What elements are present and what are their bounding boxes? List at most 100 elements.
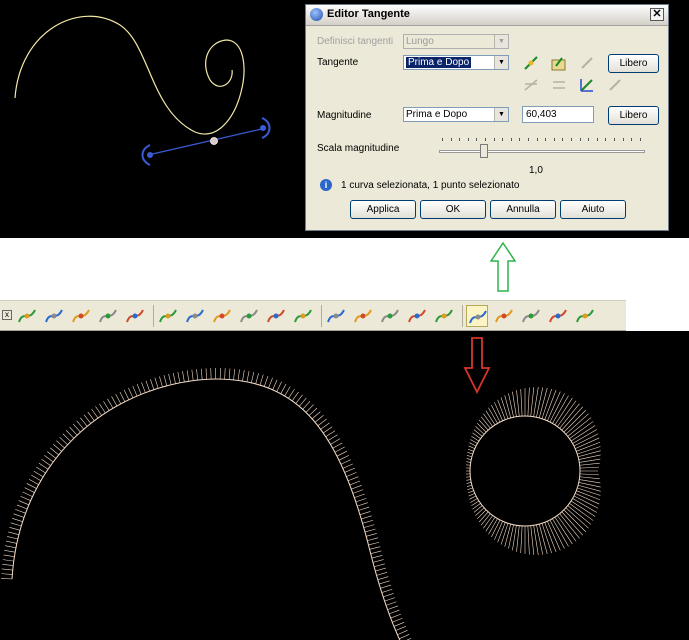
comb-tooth xyxy=(242,370,245,382)
comb-tooth xyxy=(367,537,379,541)
shapes-icon[interactable] xyxy=(292,305,314,327)
wave-surface-icon[interactable] xyxy=(184,305,206,327)
curve-analysis-icon[interactable] xyxy=(520,305,542,327)
comb-tooth xyxy=(399,634,410,640)
magnitude-select[interactable]: Prima e Dopo ▼ xyxy=(403,107,509,122)
curve-edit-2-icon[interactable] xyxy=(352,305,374,327)
tangent-7-icon[interactable] xyxy=(493,305,515,327)
spiral-tooth xyxy=(569,421,594,439)
comb-tooth xyxy=(364,528,376,533)
curve-edit-4-icon[interactable] xyxy=(406,305,428,327)
curve-degree-icon[interactable] xyxy=(433,305,455,327)
bend-surface-icon[interactable] xyxy=(211,305,233,327)
comb-tooth xyxy=(87,411,95,421)
tangent-editor-dialog: Editor Tangente ✕ Definisci tangenti Lun… xyxy=(305,4,669,231)
slider-tick xyxy=(588,138,590,141)
comb-tooth xyxy=(12,518,23,522)
numbered-grid-icon[interactable] xyxy=(238,305,260,327)
comb-tooth xyxy=(16,504,28,510)
toolbar-separator xyxy=(153,305,154,327)
comb-tooth xyxy=(28,478,39,485)
tangent-align-icon xyxy=(522,76,540,94)
slider-tick xyxy=(545,138,547,141)
comb-tooth xyxy=(378,580,390,585)
comb-tooth xyxy=(141,382,146,393)
curve-tool-4-icon[interactable] xyxy=(124,305,146,327)
cancel-button[interactable]: Annulla xyxy=(490,200,556,219)
spiral-tooth xyxy=(467,452,473,455)
spiral-tooth xyxy=(494,521,503,540)
dialog-titlebar[interactable]: Editor Tangente ✕ xyxy=(306,5,668,26)
curve-tool-2-icon[interactable] xyxy=(70,305,92,327)
comb-tooth xyxy=(33,470,44,478)
slider-thumb[interactable] xyxy=(480,144,489,158)
tangent-plane-icon[interactable] xyxy=(550,54,568,72)
slider-tick xyxy=(450,138,452,141)
comb-tooth xyxy=(233,368,236,380)
free-button-1[interactable]: Libero xyxy=(608,54,659,73)
comb-tooth xyxy=(291,391,299,402)
select-arrow-icon[interactable] xyxy=(16,305,38,327)
comb-tooth xyxy=(325,430,336,437)
comb-tooth xyxy=(196,369,198,381)
slider-tick xyxy=(639,138,641,141)
curve-edit-1-icon[interactable] xyxy=(325,305,347,327)
slider-tick xyxy=(519,138,521,141)
spiral-tooth xyxy=(569,503,594,521)
comb-tooth xyxy=(347,476,359,482)
comb-tooth xyxy=(284,386,291,397)
curve-tool-3-icon[interactable] xyxy=(97,305,119,327)
comb-tooth xyxy=(370,550,382,554)
spiral-tooth xyxy=(565,413,589,435)
surface-tool-icon[interactable] xyxy=(157,305,179,327)
help-button[interactable]: Aiuto xyxy=(560,200,626,219)
viewport-bottom[interactable] xyxy=(0,331,689,640)
comb-tooth xyxy=(280,383,287,394)
slider-tick xyxy=(467,138,469,141)
tangent-editor-icon[interactable] xyxy=(466,305,488,327)
arch-curve-icon[interactable] xyxy=(574,305,596,327)
spiral-tooth xyxy=(491,404,501,423)
curve-edit-3-icon[interactable] xyxy=(379,305,401,327)
comb-tooth xyxy=(332,442,343,449)
comb-tooth xyxy=(41,458,51,466)
comb-tooth xyxy=(103,401,110,411)
spiral-tooth xyxy=(579,476,600,480)
spiral-tooth xyxy=(467,448,474,452)
slider-tick xyxy=(442,138,443,141)
comb-tooth xyxy=(340,459,352,465)
tangent-select[interactable]: Prima e Dopo ▼ xyxy=(403,55,509,70)
comb-tooth xyxy=(1,577,13,580)
comb-tooth xyxy=(351,485,362,490)
comb-tooth xyxy=(375,567,386,572)
toolbar-close-button[interactable]: x xyxy=(2,310,12,320)
ok-button[interactable]: OK xyxy=(420,200,486,219)
magnitude-scale-slider[interactable] xyxy=(439,150,645,153)
magnitude-input[interactable]: 60,403 xyxy=(522,106,594,123)
comb-tooth xyxy=(366,533,377,537)
spiral-tooth xyxy=(500,397,509,419)
comb-tooth xyxy=(56,440,65,449)
spiral-tooth xyxy=(538,524,548,555)
apply-button[interactable]: Applica xyxy=(350,200,416,219)
spiral-tooth xyxy=(488,518,498,535)
spiral-tooth xyxy=(478,511,489,523)
curve-tool-1-icon[interactable] xyxy=(43,305,65,327)
free-button-2[interactable]: Libero xyxy=(608,106,659,125)
spiral-tooth xyxy=(466,461,471,463)
comb-tooth xyxy=(7,536,18,540)
comb-tooth xyxy=(228,368,231,380)
app-icon xyxy=(310,8,323,21)
comb-tooth xyxy=(38,462,49,470)
comb-tooth xyxy=(363,524,375,528)
chevron-down-icon: ▼ xyxy=(494,108,508,121)
tangent-direction-icon[interactable] xyxy=(522,54,540,72)
slider-tick xyxy=(528,138,529,141)
spline-curve-bottom xyxy=(11,378,401,640)
curve-edit-5-icon[interactable] xyxy=(547,305,569,327)
slider-tick xyxy=(579,138,581,141)
tangent-axis-icon[interactable] xyxy=(578,76,596,94)
comb-tooth xyxy=(357,502,368,507)
close-button[interactable]: ✕ xyxy=(650,8,664,21)
arrows-surface-icon[interactable] xyxy=(265,305,287,327)
